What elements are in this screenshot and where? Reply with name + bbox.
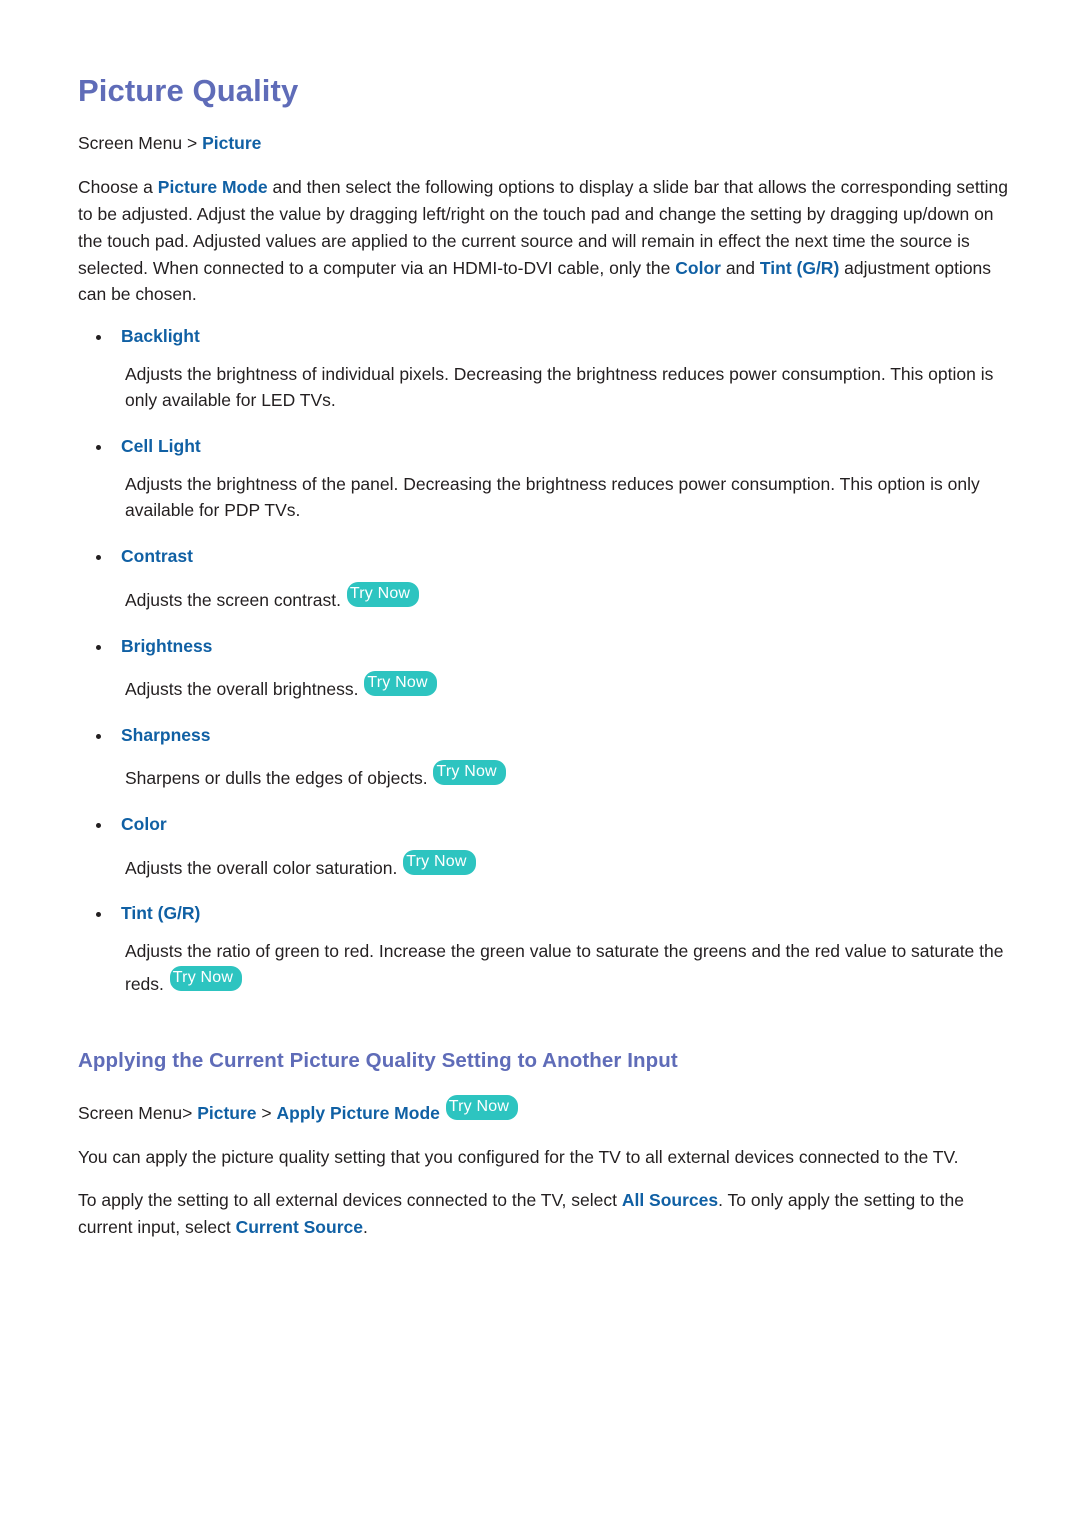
list-item: Contrast Adjusts the screen contrast. Tr… [78, 544, 1010, 613]
option-description-text: Adjusts the screen contrast. [125, 589, 341, 610]
link-color[interactable]: Color [675, 258, 721, 278]
breadcrumb-item-apply-picture-mode[interactable]: Apply Picture Mode [277, 1103, 440, 1123]
list-item: Cell Light Adjusts the brightness of the… [78, 434, 1010, 524]
option-description: Adjusts the brightness of the panel. Dec… [78, 471, 1010, 525]
option-label: Cell Light [121, 436, 201, 457]
bullet-icon [96, 912, 101, 918]
option-label: Color [121, 814, 167, 835]
option-description: Sharpens or dulls the edges of objects. … [78, 759, 1010, 792]
option-description-text: Adjusts the ratio of green to red. Incre… [125, 940, 1004, 994]
option-description: Adjusts the ratio of green to red. Incre… [78, 938, 1010, 998]
intro-text-3: and [720, 257, 760, 278]
list-item: Tint (G/R) Adjusts the ratio of green to… [78, 901, 1010, 997]
list-item: Sharpness Sharpens or dulls the edges of… [78, 723, 1010, 792]
breadcrumb-root: Screen Menu [78, 1102, 183, 1123]
option-description-text: Sharpens or dulls the edges of objects. [125, 768, 428, 789]
picture-options-list: Backlight Adjusts the brightness of indi… [78, 324, 1010, 997]
section2-paragraph-1: You can apply the picture quality settin… [78, 1147, 959, 1168]
option-description: Adjusts the overall brightness. Try Now [78, 670, 1010, 703]
option-heading-backlight[interactable]: Backlight [78, 324, 1010, 349]
try-now-button[interactable]: Try Now [346, 581, 420, 607]
intro-text-1: Choose a [78, 177, 158, 198]
option-heading-contrast[interactable]: Contrast [78, 544, 1010, 569]
option-description: Adjusts the brightness of individual pix… [78, 361, 1010, 415]
option-label: Backlight [121, 326, 200, 347]
bullet-icon [96, 445, 101, 451]
section-title-apply-setting: Applying the Current Picture Quality Set… [78, 1049, 678, 1073]
section2-paragraph-2: To apply the setting to all external dev… [78, 1187, 1010, 1241]
bullet-icon [96, 823, 101, 829]
document-page: Picture Quality Screen Menu > Picture Ch… [0, 0, 1080, 1527]
option-heading-tint-gr[interactable]: Tint (G/R) [78, 901, 1010, 926]
option-description-text: Adjusts the overall color saturation. [125, 857, 398, 878]
option-heading-color[interactable]: Color [78, 812, 1010, 837]
list-item: Color Adjusts the overall color saturati… [78, 812, 1010, 881]
bullet-icon [96, 733, 101, 739]
link-current-source[interactable]: Current Source [236, 1217, 363, 1237]
option-heading-sharpness[interactable]: Sharpness [78, 723, 1010, 748]
bullet-icon [96, 335, 101, 341]
section2-text-3: . [362, 1216, 368, 1237]
breadcrumb-root: Screen Menu [78, 133, 183, 154]
section2-text-1: To apply the setting to all external dev… [78, 1189, 622, 1210]
try-now-button[interactable]: Try Now [433, 760, 506, 786]
option-label: Contrast [121, 546, 193, 567]
intro-paragraph: Choose a Picture Mode and then select th… [78, 174, 1010, 308]
breadcrumb-separator: > [186, 133, 198, 154]
breadcrumb-separator-1: > [182, 1102, 193, 1123]
try-now-button[interactable]: Try Now [364, 671, 437, 696]
list-item: Backlight Adjusts the brightness of indi… [78, 324, 1010, 414]
option-description: Adjusts the screen contrast. Try Now [78, 581, 1010, 614]
breadcrumb-item-picture[interactable]: Picture [202, 133, 261, 153]
breadcrumb: Screen Menu > Picture [78, 130, 1010, 156]
list-item: Brightness Adjusts the overall brightnes… [78, 634, 1010, 703]
link-picture-mode[interactable]: Picture Mode [158, 177, 268, 197]
link-all-sources[interactable]: All Sources [622, 1190, 718, 1210]
try-now-button[interactable]: Try Now [403, 849, 476, 875]
try-now-button[interactable]: Try Now [169, 965, 243, 991]
option-description-text: Adjusts the brightness of the panel. Dec… [125, 473, 980, 521]
option-description: Adjusts the overall color saturation. Tr… [78, 849, 1010, 882]
option-description-text: Adjusts the brightness of individual pix… [125, 363, 994, 411]
option-heading-cell-light[interactable]: Cell Light [78, 434, 1010, 459]
option-label: Tint (G/R) [121, 903, 201, 924]
breadcrumb-section2: Screen Menu> Picture > Apply Picture Mod… [78, 1094, 1010, 1126]
option-label: Sharpness [121, 724, 211, 745]
breadcrumb-separator-2: > [261, 1102, 272, 1123]
option-label: Brightness [121, 635, 213, 656]
bullet-icon [96, 644, 101, 650]
bullet-icon [96, 555, 101, 561]
option-description-text: Adjusts the overall brightness. [125, 679, 359, 699]
link-tint-gr[interactable]: Tint (G/R) [760, 258, 839, 278]
breadcrumb-item-picture[interactable]: Picture [197, 1103, 256, 1123]
option-heading-brightness[interactable]: Brightness [78, 634, 1010, 659]
page-title: Picture Quality [78, 73, 299, 108]
try-now-button[interactable]: Try Now [445, 1094, 519, 1120]
